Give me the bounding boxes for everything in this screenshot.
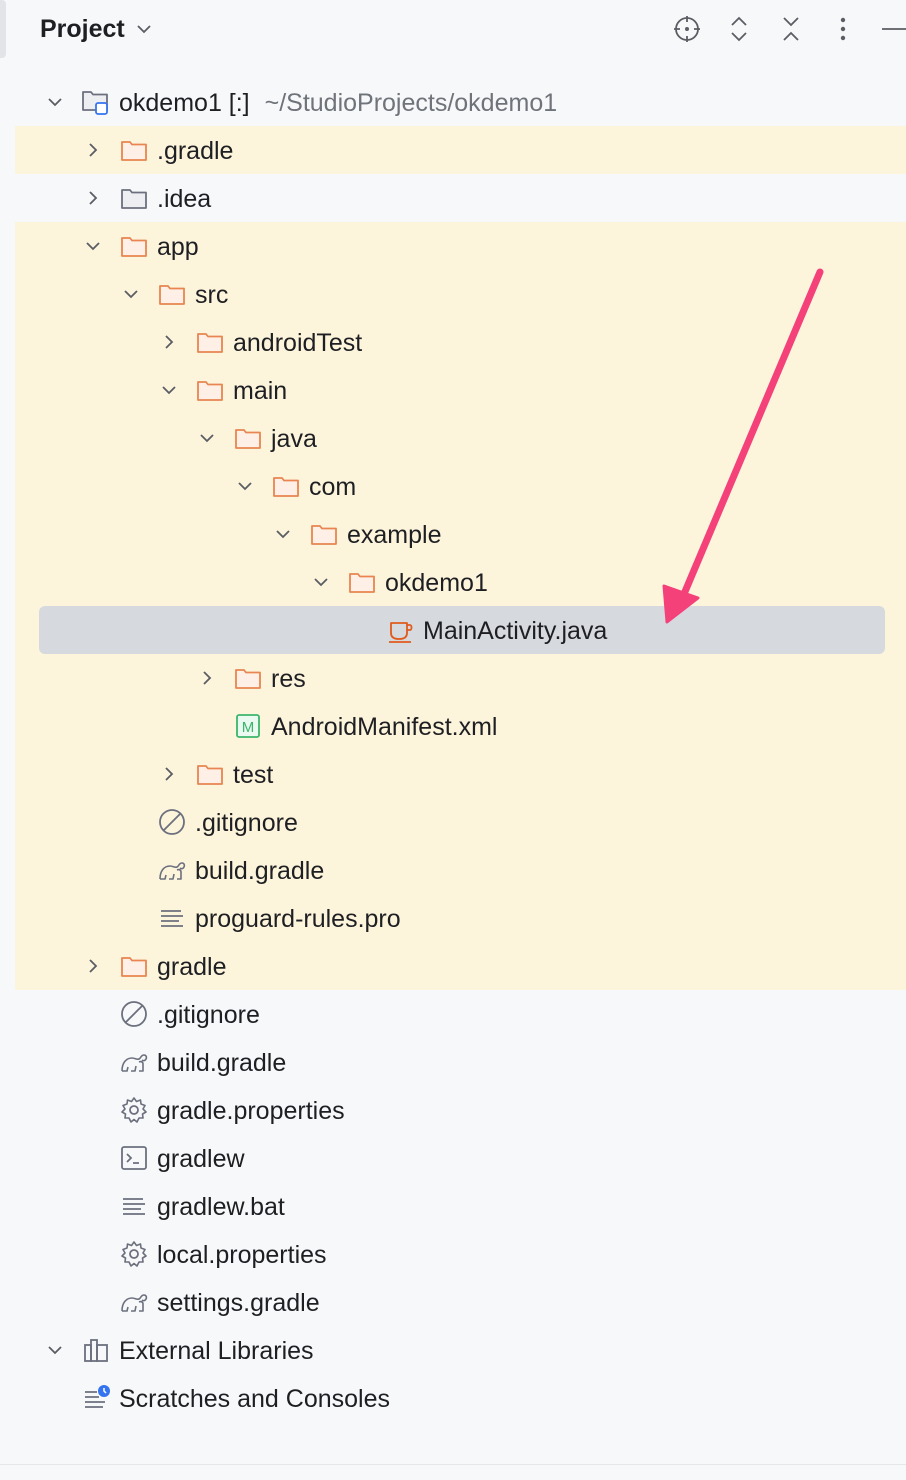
- project-path: ~/StudioProjects/okdemo1: [264, 89, 558, 117]
- chevron-right-icon[interactable]: [83, 188, 103, 208]
- tree-item-external-libraries[interactable]: External Libraries: [119, 1336, 314, 1366]
- folder-icon: [119, 231, 149, 261]
- folder-icon: [271, 471, 301, 501]
- collapse-all-icon[interactable]: [773, 12, 809, 46]
- text-file-icon: [157, 903, 187, 933]
- chevron-down-icon[interactable]: [159, 380, 179, 400]
- folder-icon: [119, 951, 149, 981]
- tree-item-dot-gradle[interactable]: .gradle: [157, 136, 233, 166]
- folder-icon: [157, 279, 187, 309]
- tree-item-main[interactable]: main: [233, 376, 287, 406]
- chevron-down-icon[interactable]: [197, 428, 217, 448]
- folder-icon: [119, 183, 149, 213]
- tree-item-scratches[interactable]: Scratches and Consoles: [119, 1384, 390, 1414]
- tool-window-header: Project: [0, 0, 906, 58]
- tree-item-idea[interactable]: .idea: [157, 184, 211, 214]
- chevron-down-icon[interactable]: [273, 524, 293, 544]
- chevron-right-icon[interactable]: [159, 764, 179, 784]
- chevron-down-icon[interactable]: [45, 92, 65, 112]
- tree-item-example[interactable]: example: [347, 520, 442, 550]
- tree-item-res[interactable]: res: [271, 664, 306, 694]
- chevron-right-icon[interactable]: [83, 956, 103, 976]
- tree-item-root[interactable]: okdemo1 [:] ~/StudioProjects/okdemo1: [119, 88, 557, 118]
- chevron-down-icon[interactable]: [83, 236, 103, 256]
- tree-item-root-build-gradle[interactable]: build.gradle: [157, 1048, 286, 1078]
- tree-item-gradlew-bat[interactable]: gradlew.bat: [157, 1192, 285, 1222]
- tree-item-gradlew[interactable]: gradlew: [157, 1144, 245, 1174]
- project-name: okdemo1 [:]: [119, 89, 250, 117]
- tree-item-src[interactable]: src: [195, 280, 228, 310]
- tree-item-local-properties[interactable]: local.properties: [157, 1240, 327, 1270]
- chevron-down-icon: [137, 25, 151, 34]
- scratches-icon: [81, 1383, 111, 1413]
- tree-item-test[interactable]: test: [233, 760, 273, 790]
- tree-item-root-gitignore[interactable]: .gitignore: [157, 1000, 260, 1030]
- tree-item-androidtest[interactable]: androidTest: [233, 328, 362, 358]
- tree-item-com[interactable]: com: [309, 472, 356, 502]
- chevron-down-icon[interactable]: [311, 572, 331, 592]
- tree-item-mainactivity[interactable]: MainActivity.java: [423, 616, 607, 646]
- tree-item-gradle-properties[interactable]: gradle.properties: [157, 1096, 345, 1126]
- chevron-right-icon[interactable]: [197, 668, 217, 688]
- ignore-file-icon: [157, 807, 187, 837]
- folder-icon: [233, 663, 263, 693]
- expand-all-icon[interactable]: [721, 12, 757, 46]
- module-folder-icon: [80, 87, 110, 117]
- tree-item-settings-gradle[interactable]: settings.gradle: [157, 1288, 320, 1318]
- tree-item-proguard[interactable]: proguard-rules.pro: [195, 904, 401, 934]
- folder-icon: [347, 567, 377, 597]
- tree-item-okdemo1-package[interactable]: okdemo1: [385, 568, 488, 598]
- chevron-down-icon[interactable]: [235, 476, 255, 496]
- gradle-icon: [119, 1287, 149, 1317]
- chevron-down-icon[interactable]: [121, 284, 141, 304]
- gradle-icon: [157, 855, 187, 885]
- svg-text:M: M: [242, 719, 255, 736]
- gear-icon: [119, 1095, 149, 1125]
- manifest-icon: M: [233, 711, 263, 741]
- folder-icon: [195, 759, 225, 789]
- view-selector[interactable]: Project: [40, 12, 153, 46]
- gradle-icon: [119, 1047, 149, 1077]
- more-options-icon[interactable]: [825, 12, 861, 46]
- ignore-file-icon: [119, 999, 149, 1029]
- folder-icon: [233, 423, 263, 453]
- project-view-title: Project: [40, 14, 125, 43]
- tree-item-gradle-folder[interactable]: gradle: [157, 952, 227, 982]
- tree-item-manifest[interactable]: AndroidManifest.xml: [271, 712, 497, 742]
- folder-icon: [195, 375, 225, 405]
- tree-item-java[interactable]: java: [271, 424, 317, 454]
- text-file-icon: [119, 1191, 149, 1221]
- terminal-file-icon: [119, 1143, 149, 1173]
- bottom-divider: [0, 1464, 906, 1465]
- library-icon: [81, 1335, 111, 1365]
- chevron-right-icon[interactable]: [83, 140, 103, 160]
- tree-item-app-build-gradle[interactable]: build.gradle: [195, 856, 324, 886]
- tree-item-app[interactable]: app: [157, 232, 199, 262]
- chevron-right-icon[interactable]: [159, 332, 179, 352]
- hide-icon[interactable]: [876, 12, 906, 46]
- locate-icon[interactable]: [669, 12, 705, 46]
- chevron-down-icon[interactable]: [45, 1340, 65, 1360]
- project-tool-window: Project okdemo1 [:] ~/StudioProjects/okd…: [0, 0, 906, 1480]
- gear-icon: [119, 1239, 149, 1269]
- tree-item-app-gitignore[interactable]: .gitignore: [195, 808, 298, 838]
- folder-icon: [119, 135, 149, 165]
- folder-icon: [195, 327, 225, 357]
- java-class-icon: [386, 615, 416, 645]
- folder-icon: [309, 519, 339, 549]
